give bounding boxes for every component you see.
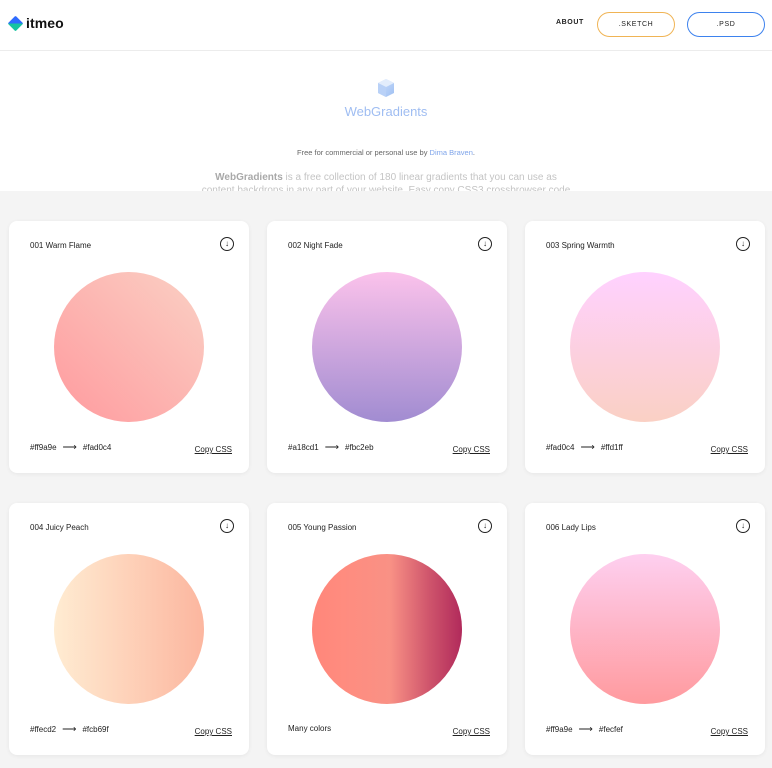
webgradients-logo-icon (378, 79, 394, 97)
arrow-right-icon: ⟶ (62, 724, 77, 735)
color-to: #fcb69f (82, 725, 109, 734)
copy-css-label: Copy CSS (710, 445, 748, 454)
download-circle-icon[interactable]: ↓ (736, 237, 750, 251)
gradient-swatch[interactable] (54, 554, 204, 704)
gradient-colors: #ff9a9e ⟶ #fad0c4 (30, 442, 111, 453)
copy-css-label: Copy CSS (452, 727, 490, 736)
gradient-title: 004 Juicy Peach (30, 523, 89, 532)
itmeo-logo-icon (7, 15, 24, 31)
color-from: #a18cd1 (288, 443, 319, 452)
gradient-swatch[interactable] (312, 554, 462, 704)
hero-description: WebGradients is a free collection of 180… (200, 171, 572, 191)
hero-title: WebGradients (344, 104, 428, 119)
gradient-swatch[interactable] (570, 272, 720, 422)
download-circle-icon[interactable]: ↓ (220, 237, 234, 251)
gradient-colors: #ff9a9e ⟶ #fecfef (546, 724, 623, 735)
gradient-title: 003 Spring Warmth (546, 241, 615, 250)
copy-css-label: Copy CSS (194, 727, 232, 736)
logo[interactable]: itmeo (7, 15, 64, 31)
color-from: #ff9a9e (30, 443, 57, 452)
logo-text: itmeo (26, 15, 64, 31)
download-circle-icon[interactable]: ↓ (478, 519, 492, 533)
gradient-colors: Many colors (288, 724, 331, 733)
copy-css-button[interactable]: Copy CSS (711, 727, 748, 736)
download-circle-icon[interactable]: ↓ (220, 519, 234, 533)
gradient-card: 004 Juicy Peach ↓ #ffecd2 ⟶ #fcb69f Copy… (9, 503, 249, 755)
license-prefix: Free for commercial or personal use by (296, 148, 430, 157)
gradient-title: 005 Young Passion (288, 523, 357, 532)
hero-section: WebGradients Free for commercial or pers… (0, 51, 772, 191)
download-circle-icon[interactable]: ↓ (736, 519, 750, 533)
copy-css-label: Copy CSS (452, 445, 490, 454)
gradient-card: 002 Night Fade ↓ #a18cd1 ⟶ #fbc2eb Copy … (267, 221, 507, 473)
gradient-title: 002 Night Fade (288, 241, 343, 250)
gradient-card: 001 Warm Flame ↓ #ff9a9e ⟶ #fad0c4 Copy … (9, 221, 249, 473)
license-suffix: . (472, 148, 475, 157)
gradient-swatch[interactable] (54, 272, 204, 422)
gradient-swatch[interactable] (312, 272, 462, 422)
download-circle-icon[interactable]: ↓ (478, 237, 492, 251)
arrow-right-icon: ⟶ (578, 724, 593, 735)
gradient-title: 006 Lady Lips (546, 523, 596, 532)
desc-brand: WebGradients (215, 172, 283, 183)
arrow-right-icon: ⟶ (580, 442, 595, 453)
author-link[interactable]: Dima Braven (430, 148, 473, 157)
top-bar: itmeo ABOUT .SKETCH .PSD (0, 0, 772, 51)
download-psd-button[interactable]: .PSD (687, 12, 765, 37)
copy-css-label: Copy CSS (194, 445, 232, 454)
copy-css-button[interactable]: Copy CSS (195, 727, 232, 736)
copy-css-button[interactable]: Copy CSS (453, 445, 490, 454)
gradient-colors: #a18cd1 ⟶ #fbc2eb (288, 442, 374, 453)
gradient-swatch[interactable] (570, 554, 720, 704)
gradient-card: 006 Lady Lips ↓ #ff9a9e ⟶ #fecfef Copy C… (525, 503, 765, 755)
gradient-colors: #fad0c4 ⟶ #ffd1ff (546, 442, 623, 453)
arrow-right-icon: ⟶ (62, 442, 77, 453)
gradient-card: 005 Young Passion ↓ Many colors Copy CSS (267, 503, 507, 755)
color-to: #fad0c4 (82, 443, 112, 452)
color-to: #fbc2eb (345, 443, 374, 452)
download-sketch-button[interactable]: .SKETCH (597, 12, 675, 37)
color-to: #ffd1ff (600, 443, 623, 452)
gradient-title: 001 Warm Flame (30, 241, 92, 250)
color-to: #fecfef (598, 725, 623, 734)
gradient-colors: #ffecd2 ⟶ #fcb69f (30, 724, 109, 735)
color-from: #fad0c4 (546, 443, 575, 452)
copy-css-button[interactable]: Copy CSS (711, 445, 748, 454)
color-from: #ffecd2 (30, 725, 57, 734)
nav-about-link[interactable]: ABOUT (556, 19, 584, 26)
copy-css-button[interactable]: Copy CSS (195, 445, 232, 454)
hero-license-text: Free for commercial or personal use by D… (0, 148, 772, 157)
copy-css-label: Copy CSS (710, 727, 748, 736)
gradient-card: 003 Spring Warmth ↓ #fad0c4 ⟶ #ffd1ff Co… (525, 221, 765, 473)
color-from: #ff9a9e (546, 725, 573, 734)
copy-css-button[interactable]: Copy CSS (453, 727, 490, 736)
arrow-right-icon: ⟶ (324, 442, 340, 453)
many-colors-label: Many colors (288, 724, 332, 733)
